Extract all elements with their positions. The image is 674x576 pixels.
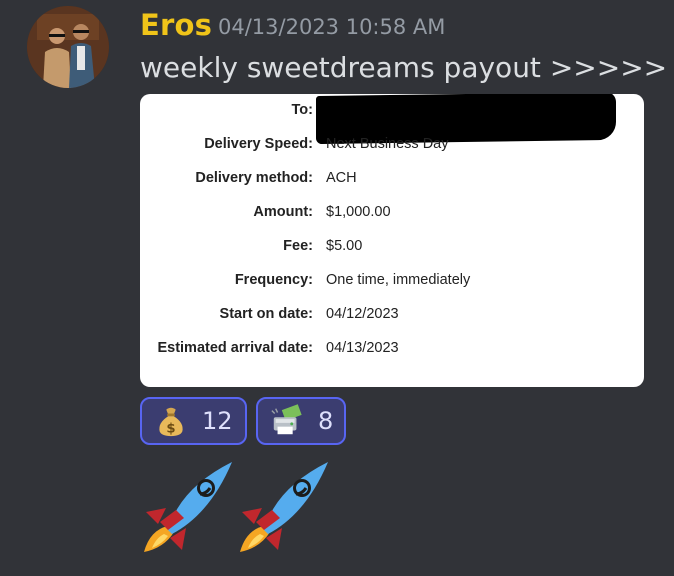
reaction-count: 8 xyxy=(318,407,334,435)
detail-label: Amount: xyxy=(253,204,313,220)
detail-value: ACH xyxy=(326,170,357,186)
detail-value: One time, immediately xyxy=(326,272,471,288)
detail-value: $5.00 xyxy=(326,238,363,254)
detail-row-start-date: Start on date: 04/12/2023 xyxy=(140,303,644,325)
svg-text:$: $ xyxy=(166,421,175,436)
detail-label: To: xyxy=(291,102,313,118)
detail-value: 04/12/2023 xyxy=(326,306,399,322)
detail-value: Next Business Day xyxy=(326,136,449,152)
detail-label: Estimated arrival date: xyxy=(157,340,313,356)
detail-label: Delivery method: xyxy=(195,170,313,186)
avatar-image xyxy=(27,6,109,88)
username[interactable]: Eros xyxy=(140,6,212,44)
reaction-money-printer[interactable]: 8 xyxy=(256,397,346,445)
message-timestamp: 04/13/2023 10:58 AM xyxy=(218,15,446,39)
detail-label: Fee: xyxy=(283,238,313,254)
detail-row-frequency: Frequency: One time, immediately xyxy=(140,269,644,291)
detail-value: 04/13/2023 xyxy=(326,340,399,356)
reaction-money-bag[interactable]: $ 12 xyxy=(140,397,247,445)
detail-label: Delivery Speed: xyxy=(204,136,313,152)
chat-message: Eros 04/13/2023 10:58 AM weekly sweetdre… xyxy=(0,0,674,576)
detail-label: Start on date: xyxy=(219,306,313,322)
image-attachment[interactable]: To: Delivery Speed: Next Business Day De… xyxy=(140,94,644,387)
message-text: weekly sweetdreams payout >>>>> xyxy=(140,51,668,84)
detail-value: $1,000.00 xyxy=(326,204,391,220)
detail-row-arrival-date: Estimated arrival date: 04/13/2023 xyxy=(140,337,644,359)
detail-row-delivery-method: Delivery method: ACH xyxy=(140,167,644,189)
money-bag-icon: $ xyxy=(159,407,183,436)
detail-label: Frequency: xyxy=(234,272,313,288)
rocket-icon xyxy=(240,462,328,552)
detail-row-amount: Amount: $1,000.00 xyxy=(140,201,644,223)
detail-row-fee: Fee: $5.00 xyxy=(140,235,644,257)
rocket-icon xyxy=(144,462,232,552)
reaction-count: 12 xyxy=(202,407,233,435)
money-printer-icon xyxy=(271,404,302,435)
user-avatar[interactable] xyxy=(27,6,109,88)
detail-row-delivery-speed: Delivery Speed: Next Business Day xyxy=(140,133,644,155)
